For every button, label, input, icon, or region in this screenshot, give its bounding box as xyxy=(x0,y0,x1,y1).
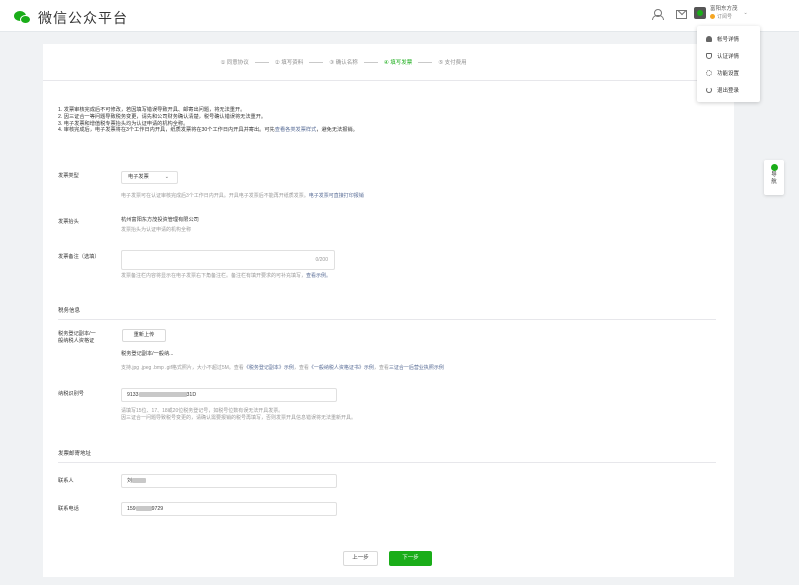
account-switcher[interactable]: 富阳东方茂 订阅号 ⌄ xyxy=(694,6,748,20)
notice-list: 1. 发票审核完成后不可修改，若因填写错误导致开具、邮寄出问题，将无法重开。 2… xyxy=(58,107,358,134)
step-info: ② 填写资料 xyxy=(274,60,304,66)
invoice-type-select[interactable]: 电子发票 ⌄ xyxy=(121,171,178,184)
invoice-remark-hint: 发票备注栏内容将显示在电子发票右下角备注栏。备注栏有填开要求的可补充填写，查看示… xyxy=(121,273,332,279)
invoice-form-card: ① 同意协议 ② 填写资料 ③ 确认名称 ④ 填写发票 ⑤ 支付费用 1. 发票… xyxy=(43,44,734,577)
taxpayer-cert-sample-link[interactable]: 《一般纳税人资格证书》示例 xyxy=(309,365,374,371)
invoice-remark-label: 发票备注（选填） xyxy=(58,254,100,260)
tax-section-title: 税务信息 xyxy=(58,308,81,314)
menu-item-certification-details[interactable]: 认证详情 xyxy=(697,47,760,64)
invoice-type-label: 发票类型 xyxy=(58,173,79,179)
step-agree: ① 同意协议 xyxy=(220,60,249,66)
step-invoice: ④ 填写发票 xyxy=(383,60,413,66)
contact-input[interactable]: 刘 xyxy=(121,474,337,488)
tax-id-label: 纳税识别号 xyxy=(58,391,84,397)
user-icon[interactable] xyxy=(652,9,664,20)
top-icons xyxy=(652,9,687,20)
guide-icon xyxy=(770,164,778,171)
invoice-print-link[interactable]: 电子发票可直接打印报销 xyxy=(309,193,364,199)
menu-item-settings[interactable]: 功能设置 xyxy=(697,64,760,81)
next-step-button[interactable]: 下一步 xyxy=(389,551,432,566)
side-guide-button[interactable]: 导 航 xyxy=(764,160,784,195)
account-name: 富阳东方茂 xyxy=(710,6,738,12)
tax-id-input[interactable]: 9133 31D xyxy=(121,388,337,402)
invoice-title-label: 发票抬头 xyxy=(58,219,79,225)
upload-hint: 支持.jpg .jpeg .bmp .gif格式照片，大小不超过5M。查看《税务… xyxy=(121,365,444,371)
progress-steps: ① 同意协议 ② 填写资料 ③ 确认名称 ④ 填写发票 ⑤ 支付费用 xyxy=(43,44,734,81)
invoice-type-hint: 电子发票可在认证审核完成后3个工作日内开具。开具电子发票后不能再开纸质发票。电子… xyxy=(121,193,364,199)
mail-section-title: 发票邮寄地址 xyxy=(58,451,92,457)
shield-icon xyxy=(706,52,712,59)
user-icon xyxy=(706,35,712,42)
wechat-logo-icon xyxy=(14,11,32,25)
tax-id-hint: 请填写15位、17、18或20位税务登记号，如税号位数有误无法开具发票。 因三证… xyxy=(121,408,357,421)
mail-icon[interactable] xyxy=(676,10,687,19)
remark-counter: 0/200 xyxy=(315,257,328,263)
account-menu: 帐号详情 认证详情 功能设置 退出登录 xyxy=(697,26,760,102)
power-icon xyxy=(706,86,712,93)
contact-label: 联系人 xyxy=(58,478,74,484)
step-payment: ⑤ 支付费用 xyxy=(438,60,467,66)
uploaded-file-name: 税务登记副本/一般纳... xyxy=(121,351,174,357)
invoice-remark-input[interactable]: 0/200 xyxy=(121,250,335,270)
prev-step-button[interactable]: 上一步 xyxy=(343,551,378,566)
invoice-sample-link[interactable]: 查看各类发票样式 xyxy=(275,127,317,133)
menu-item-logout[interactable]: 退出登录 xyxy=(697,81,760,98)
reupload-button[interactable]: 重新上传 xyxy=(122,329,166,342)
step-name: ③ 确认名称 xyxy=(329,60,358,66)
wechat-logo[interactable]: 微信公众平台 xyxy=(14,8,128,28)
menu-item-account-details[interactable]: 帐号详情 xyxy=(697,30,760,47)
phone-input[interactable]: 159 9729 xyxy=(121,502,337,516)
badge-icon xyxy=(710,14,715,19)
phone-label: 联系电话 xyxy=(58,506,79,512)
chevron-down-icon[interactable]: ⌄ xyxy=(744,10,748,16)
tax-cert-sample-link[interactable]: 《税务登记副本》示例 xyxy=(244,365,294,371)
account-type: 订阅号 xyxy=(710,13,738,20)
remark-sample-link[interactable]: 查看示例。 xyxy=(306,273,331,279)
invoice-title-hint: 发票抬头为认证申请的机构全称 xyxy=(121,227,192,233)
logo-text: 微信公众平台 xyxy=(38,10,128,26)
gear-icon xyxy=(706,69,712,76)
chevron-down-icon: ⌄ xyxy=(164,174,169,180)
tax-cert-label: 税务登记副本/一 般纳税人资格证 xyxy=(58,331,96,344)
business-license-sample-link[interactable]: 三证合一后营业执照示例 xyxy=(389,365,444,371)
top-bar: 微信公众平台 富阳东方茂 订阅号 ⌄ xyxy=(0,0,799,32)
avatar xyxy=(694,7,706,19)
invoice-title-value: 杭州富阳东方茂投资管理有限公司 xyxy=(121,217,199,223)
